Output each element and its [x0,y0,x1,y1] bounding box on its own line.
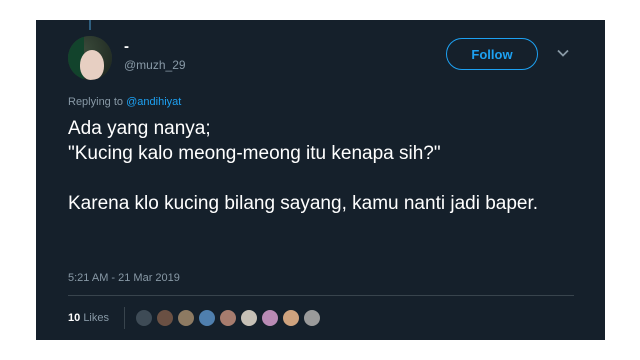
reply-context: Replying to @andihiyat [68,96,181,108]
timestamp[interactable]: 5:21 AM - 21 Mar 2019 [68,272,180,284]
liker-avatar[interactable] [219,309,237,327]
liker-avatar[interactable] [240,309,258,327]
chevron-down-icon[interactable] [556,46,570,60]
likes-number: 10 [68,312,81,324]
display-name[interactable]: - [124,38,129,55]
likes-divider [124,307,125,329]
divider [68,295,574,296]
tweet-card: - @muzh_29 Follow Replying to @andihiyat… [36,20,605,340]
reply-to-link[interactable]: @andihiyat [126,96,181,108]
tweet-text: Ada yang nanya; "Kucing kalo meong-meong… [68,118,539,214]
likes-label: Likes [83,312,109,324]
reply-prefix: Replying to [68,96,124,108]
liker-avatar[interactable] [156,309,174,327]
avatar[interactable] [68,36,112,80]
liker-avatars [135,309,324,327]
likes-count[interactable]: 10 Likes [68,312,109,324]
liker-avatar[interactable] [282,309,300,327]
liker-avatar[interactable] [177,309,195,327]
thread-line [89,20,91,30]
liker-avatar[interactable] [303,309,321,327]
liker-avatar[interactable] [135,309,153,327]
liker-avatar[interactable] [198,309,216,327]
user-handle[interactable]: @muzh_29 [124,58,186,72]
follow-button[interactable]: Follow [446,38,538,70]
liker-avatar[interactable] [261,309,279,327]
